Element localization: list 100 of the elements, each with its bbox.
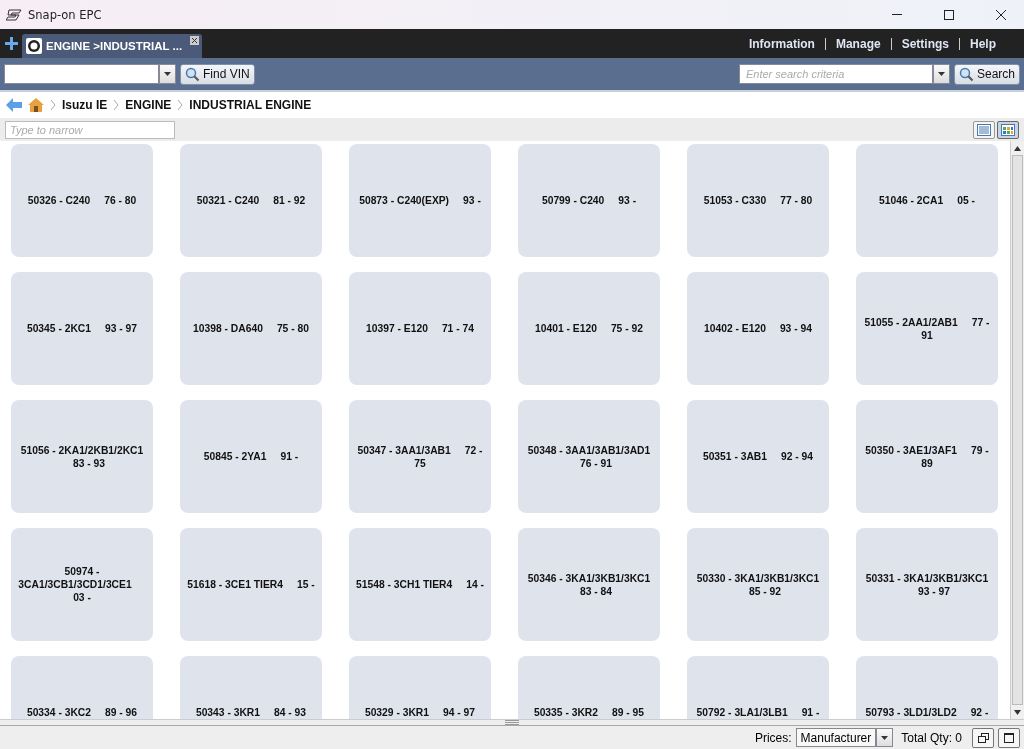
back-arrow-icon[interactable] — [6, 98, 22, 112]
tile-label: 50335 - 3KR2 89 - 95 — [533, 706, 645, 719]
engine-tile[interactable]: 50351 - 3AB1 92 - 94 — [687, 400, 829, 513]
engine-tile[interactable]: 10402 - E120 93 - 94 — [687, 272, 829, 385]
restore-window-button[interactable] — [972, 727, 994, 748]
engine-tile[interactable]: 50334 - 3KC2 89 - 96 — [11, 656, 153, 719]
close-tab-icon[interactable] — [190, 36, 199, 45]
caret-icon — [881, 735, 889, 740]
app-logo-icon — [6, 8, 22, 21]
engine-tile[interactable]: 50350 - 3AE1/3AF1 79 - 89 — [856, 400, 998, 513]
view-toggle-button[interactable] — [973, 120, 995, 139]
chevron-icon — [113, 99, 120, 111]
engine-tile[interactable]: 50331 - 3KA1/3KB1/3KC1 93 - 97 — [856, 528, 998, 641]
breadcrumb-link[interactable]: INDUSTRIAL ENGINE — [189, 98, 312, 112]
engine-tile[interactable]: 51053 - C330 77 - 80 — [687, 144, 829, 257]
engine-tile[interactable]: 51046 - 2CA1 05 - — [856, 144, 998, 257]
engine-tile[interactable]: 50343 - 3KR1 84 - 93 — [180, 656, 322, 719]
tab[interactable]: ENGINE >INDUSTRIAL ... — [22, 34, 202, 58]
scroll-down-icon — [1014, 709, 1021, 715]
find-vin-button[interactable]: Find VIN — [180, 63, 255, 85]
window-title: Snap-on EPC — [28, 7, 103, 22]
engine-tile[interactable]: 50348 - 3AA1/3AB1/3AD1 76 - 91 — [518, 400, 660, 513]
tile-label: 50799 - C240 93 - — [541, 194, 637, 207]
tile-label: 50348 - 3AA1/3AB1/3AD1 76 - 91 — [526, 443, 652, 470]
engine-tile[interactable]: 50335 - 3KR2 89 - 95 — [518, 656, 660, 719]
engine-tile[interactable]: 50799 - C240 93 - — [518, 144, 660, 257]
tile-label: 10401 - E120 75 - 92 — [535, 322, 643, 335]
breadcrumb-link[interactable]: Isuzu IE — [62, 98, 108, 112]
maximize-icon — [944, 9, 954, 20]
engine-tile[interactable]: 10401 - E120 75 - 92 — [518, 272, 660, 385]
tile-label: 50329 - 3KR1 94 - 97 — [364, 706, 476, 719]
engine-tile[interactable]: 50347 - 3AA1/3AB1 72 - 75 — [349, 400, 491, 513]
engine-tile[interactable]: 50345 - 2KC1 93 - 97 — [11, 272, 153, 385]
chevron-icon — [177, 99, 184, 111]
vin-combo-field[interactable] — [4, 64, 176, 84]
tile-label: 51055 - 2AA1/2AB1 77 - 91 — [863, 315, 991, 342]
search-button[interactable]: Search — [953, 63, 1020, 85]
tile-label: 50845 - 2YA1 91 - — [203, 450, 299, 463]
breadcrumb-link[interactable]: ENGINE — [125, 98, 172, 112]
tile-label: 10397 - E120 71 - 74 — [366, 322, 474, 335]
tile-label: 10402 - E120 93 - 94 — [704, 322, 812, 335]
engine-tile[interactable]: 50330 - 3KA1/3KB1/3KC1 85 - 92 — [687, 528, 829, 641]
menu-link[interactable]: Settings — [891, 36, 959, 51]
engine-tile[interactable]: 51055 - 2AA1/2AB1 77 - 91 — [856, 272, 998, 385]
engine-tile[interactable]: 50873 - C240(EXP) 93 - — [349, 144, 491, 257]
engine-tile[interactable]: 50793 - 3LD1/3LD2 92 - — [856, 656, 998, 719]
scrollbar[interactable] — [1010, 141, 1024, 719]
engine-tile[interactable]: 50845 - 2YA1 91 - — [180, 400, 322, 513]
maximize-panel-button[interactable] — [998, 727, 1020, 748]
tile-label: 50792 - 3LA1/3LB1 91 - — [696, 706, 820, 719]
engine-tile[interactable]: 50346 - 3KA1/3KB1/3KC1 83 - 84 — [518, 528, 660, 641]
engine-tile[interactable]: 10397 - E120 71 - 74 — [349, 272, 491, 385]
tile-label: 51053 - C330 77 - 80 — [703, 194, 813, 207]
engine-tile[interactable]: 50321 - C240 81 - 92 — [180, 144, 322, 257]
tile-label: 51056 - 2KA1/2KB1/2KC1 83 - 93 — [19, 443, 145, 470]
menu-link[interactable]: Information — [738, 36, 825, 51]
tile-label: 50343 - 3KR1 84 - 93 — [195, 706, 307, 719]
window-icon — [1004, 732, 1014, 743]
catalog-logo-icon — [26, 38, 42, 54]
tile-label: 51548 - 3CH1 TIER4 14 - — [356, 578, 484, 591]
tile-label: 50331 - 3KA1/3KB1/3KC1 93 - 97 — [864, 571, 990, 598]
tile-label: 51046 - 2CA1 05 - — [879, 194, 975, 207]
menu-link[interactable]: Manage — [825, 36, 891, 51]
tile-label: 50793 - 3LD1/3LD2 92 - — [865, 706, 989, 719]
filter-field[interactable]: Type to narrow — [5, 120, 175, 139]
menu-link[interactable]: Help — [960, 36, 1006, 51]
grid-view-icon — [1001, 123, 1015, 136]
tile-label: 50873 - C240(EXP) 93 - — [359, 194, 481, 207]
view-toggle-button[interactable] — [997, 120, 1019, 139]
plus-icon — [4, 37, 18, 50]
engine-tile[interactable]: 50329 - 3KR1 94 - 97 — [349, 656, 491, 719]
tile-label: 50346 - 3KA1/3KB1/3KC1 83 - 84 — [526, 571, 652, 598]
tile-label: 50330 - 3KA1/3KB1/3KC1 85 - 92 — [695, 571, 821, 598]
engine-tile[interactable]: 51056 - 2KA1/2KB1/2KC1 83 - 93 — [11, 400, 153, 513]
tile-label: 50334 - 3KC2 89 - 96 — [26, 706, 138, 719]
engine-tile[interactable]: 10398 - DA640 75 - 80 — [180, 272, 322, 385]
minimize-icon — [892, 14, 902, 15]
engine-tile[interactable]: 50326 - C240 76 - 80 — [11, 144, 153, 257]
magnifier-icon — [958, 66, 974, 82]
tile-label: 50347 - 3AA1/3AB1 72 - 75 — [356, 443, 484, 470]
home-icon[interactable] — [28, 98, 44, 112]
tile-label: 50345 - 2KC1 93 - 97 — [26, 322, 138, 335]
engine-tile[interactable]: 50974 - 3CA1/3CB1/3CD1/3CE1 03 - — [11, 528, 153, 641]
tile-label: 50351 - 3AB1 92 - 94 — [702, 450, 814, 463]
close-icon — [996, 9, 1006, 20]
prices-label: Prices: — [754, 730, 792, 745]
splitter-grip-icon[interactable] — [505, 720, 519, 725]
caret-icon — [937, 72, 945, 76]
engine-tile[interactable]: 50792 - 3LA1/3LB1 91 - — [687, 656, 829, 719]
tile-label: 50326 - C240 76 - 80 — [27, 194, 137, 207]
engine-tile[interactable]: 51548 - 3CH1 TIER4 14 - — [349, 528, 491, 641]
tile-label: 10398 - DA640 75 - 80 — [193, 322, 309, 335]
magnifier-icon — [185, 66, 200, 82]
list-view-icon — [977, 123, 991, 136]
total-qty-label: Total Qty: 0 — [901, 730, 962, 745]
engine-tile[interactable]: 51618 - 3CE1 TIER4 15 - — [180, 528, 322, 641]
tile-label: 51618 - 3CE1 TIER4 15 - — [187, 578, 315, 591]
scroll-up-icon — [1014, 145, 1021, 151]
chevron-icon — [50, 99, 56, 111]
tile-label: 50974 - 3CA1/3CB1/3CD1/3CE1 03 - — [17, 565, 133, 604]
